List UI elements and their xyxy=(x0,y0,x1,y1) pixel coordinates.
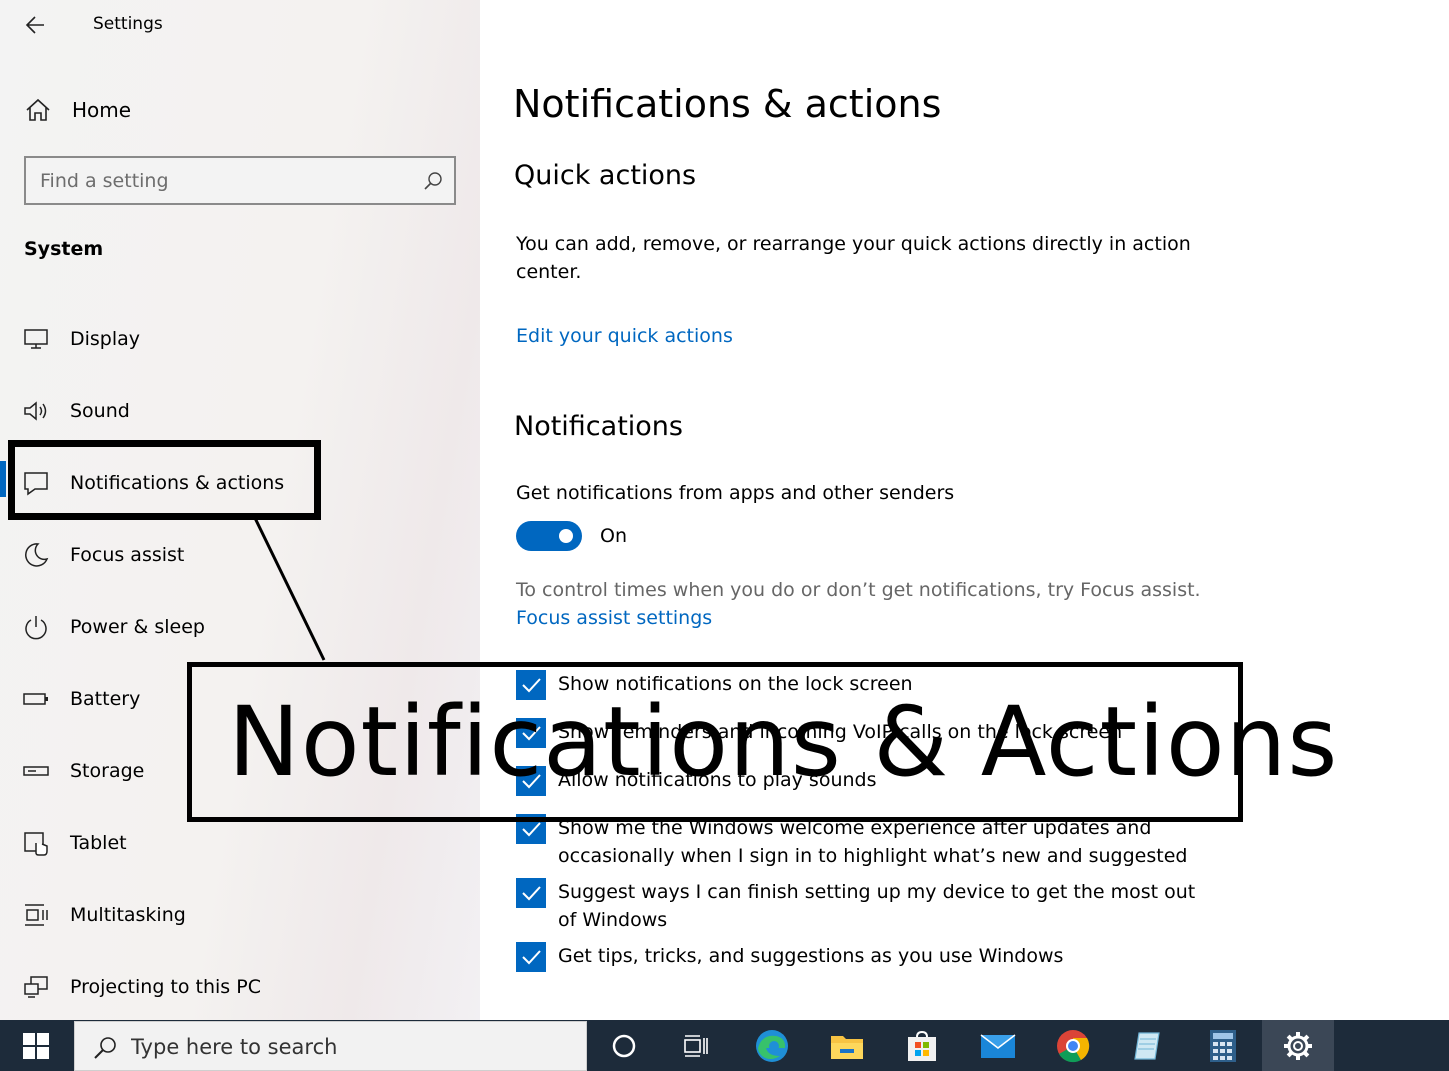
edge-icon xyxy=(756,1029,788,1062)
focus-assist-settings-link[interactable]: Focus assist settings xyxy=(516,604,1196,632)
page-title: Notifications & actions xyxy=(513,82,942,126)
notifications-toggle[interactable] xyxy=(516,521,582,551)
annotation-caption-text: Notifications & Actions xyxy=(228,686,1339,798)
taskbar-search-box[interactable] xyxy=(74,1021,587,1071)
notepad-button[interactable] xyxy=(1112,1020,1184,1071)
taskbar-search-input[interactable] xyxy=(131,1032,571,1062)
annotation-caption-box: Notifications & Actions xyxy=(187,662,1337,822)
mail-button[interactable] xyxy=(962,1020,1034,1071)
edit-quick-actions-link[interactable]: Edit your quick actions xyxy=(516,322,1196,350)
file-explorer-button[interactable] xyxy=(811,1020,883,1071)
settings-button[interactable] xyxy=(1262,1020,1334,1071)
checkbox[interactable] xyxy=(516,942,546,972)
windows-logo-icon xyxy=(23,1032,49,1059)
search-icon xyxy=(94,1037,116,1059)
checkmark-icon xyxy=(522,950,541,965)
mail-icon xyxy=(980,1033,1016,1058)
checkbox-tips-tricks[interactable]: Get tips, tricks, and suggestions as you… xyxy=(516,942,1198,972)
checkbox-label: Show me the Windows welcome experience a… xyxy=(558,817,1188,867)
notifications-heading: Notifications xyxy=(514,411,683,442)
checkbox-finish-setup[interactable]: Suggest ways I can finish setting up my … xyxy=(516,878,1198,934)
calculator-icon xyxy=(1210,1029,1236,1062)
file-explorer-icon xyxy=(831,1035,863,1059)
notifications-toggle-label: Get notifications from apps and other se… xyxy=(516,482,955,504)
checkbox-label: Get tips, tricks, and suggestions as you… xyxy=(558,945,1064,967)
checkbox[interactable] xyxy=(516,878,546,908)
settings-icon xyxy=(1284,1031,1312,1060)
edge-button[interactable] xyxy=(736,1020,808,1071)
store-icon xyxy=(908,1030,936,1061)
notepad-icon xyxy=(1134,1031,1160,1060)
toggle-knob xyxy=(559,529,573,543)
cortana-icon xyxy=(612,1034,636,1057)
taskbar xyxy=(0,1020,1449,1071)
toggle-state-label: On xyxy=(600,525,627,547)
quick-actions-heading: Quick actions xyxy=(514,160,697,191)
cortana-button[interactable] xyxy=(588,1020,660,1071)
calculator-button[interactable] xyxy=(1187,1020,1259,1071)
task-view-icon xyxy=(684,1034,708,1057)
checkbox-welcome-experience[interactable]: Show me the Windows welcome experience a… xyxy=(516,814,1198,870)
chrome-icon xyxy=(1057,1029,1090,1062)
quick-actions-description: You can add, remove, or rearrange your q… xyxy=(516,233,1191,283)
chrome-button[interactable] xyxy=(1037,1020,1109,1071)
store-button[interactable] xyxy=(886,1020,958,1071)
start-button[interactable] xyxy=(0,1020,72,1071)
checkmark-icon xyxy=(522,886,541,901)
task-view-button[interactable] xyxy=(660,1020,732,1071)
checkbox-label: Suggest ways I can finish setting up my … xyxy=(558,881,1196,931)
main-content: Notifications & actions Quick actions Yo… xyxy=(480,0,1449,1020)
focus-assist-hint: To control times when you do or don’t ge… xyxy=(516,579,1201,601)
